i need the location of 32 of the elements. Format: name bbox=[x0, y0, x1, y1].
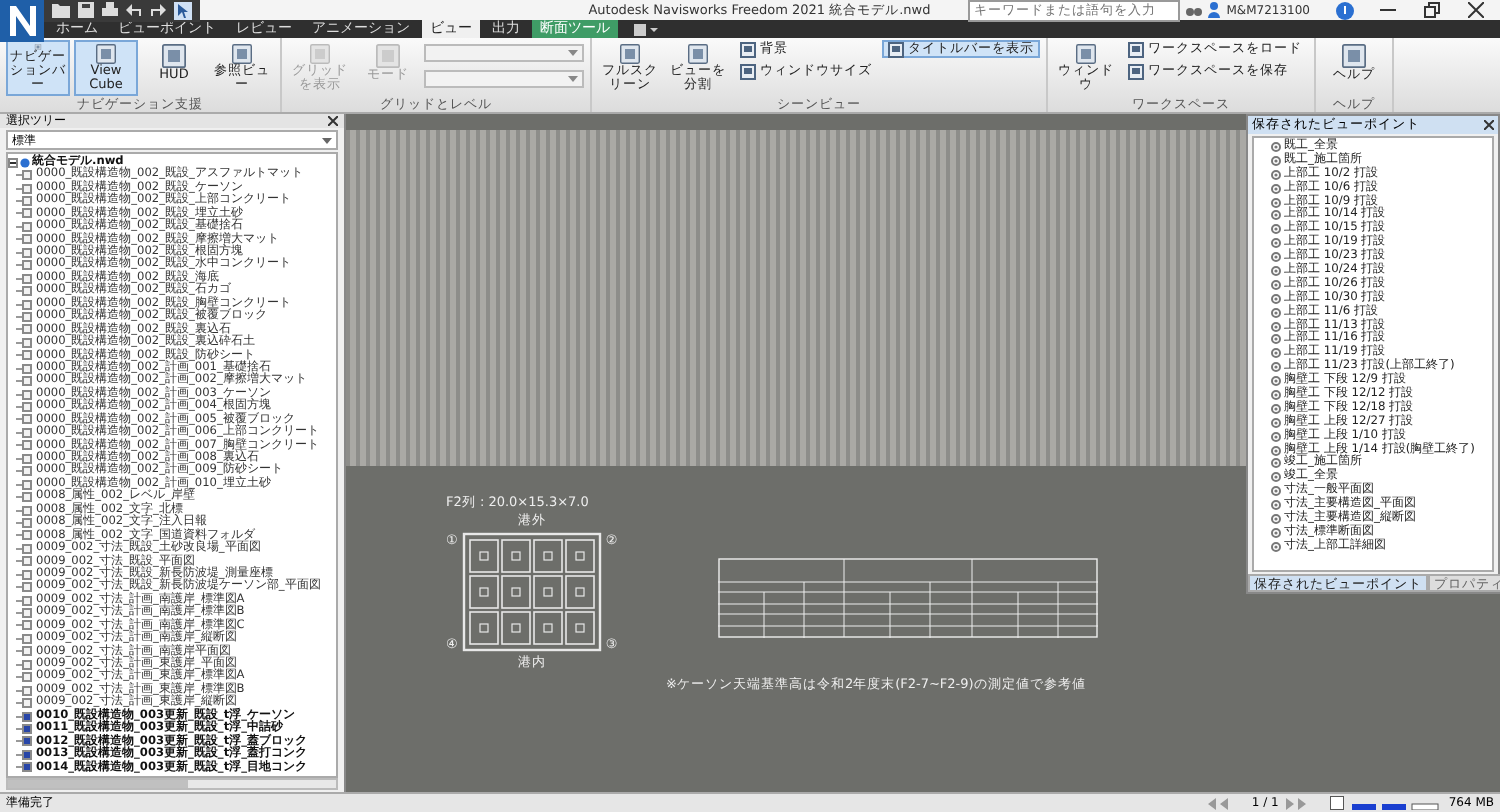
app-logo-icon[interactable] bbox=[0, 0, 44, 42]
help-icon[interactable] bbox=[1336, 1, 1354, 19]
frame-icon bbox=[618, 44, 642, 64]
file-icon bbox=[20, 157, 30, 168]
frame-icon bbox=[376, 44, 400, 68]
frame-icon bbox=[94, 44, 118, 64]
caisson-plan-drawing bbox=[461, 532, 602, 652]
caret-icon bbox=[568, 50, 578, 56]
frame-icon bbox=[888, 41, 904, 57]
save-icon[interactable] bbox=[78, 2, 94, 18]
print-icon[interactable] bbox=[102, 2, 118, 18]
caret-icon bbox=[322, 137, 332, 143]
frame-icon bbox=[162, 44, 186, 68]
frame-icon bbox=[230, 44, 254, 64]
frame-icon bbox=[1074, 44, 1098, 64]
close-icon[interactable] bbox=[1484, 120, 1494, 130]
close-icon[interactable] bbox=[1468, 2, 1484, 18]
redo-icon[interactable] bbox=[150, 2, 166, 18]
expander-icon[interactable] bbox=[8, 157, 18, 168]
frame-icon bbox=[1342, 44, 1366, 68]
cursor-icon[interactable] bbox=[174, 1, 192, 19]
binoculars-icon[interactable] bbox=[1186, 3, 1203, 17]
restore-icon[interactable] bbox=[1424, 2, 1440, 18]
frame-icon bbox=[308, 44, 332, 64]
caret-icon bbox=[568, 76, 578, 82]
close-icon[interactable] bbox=[328, 116, 338, 126]
horizontal-scrollbar[interactable] bbox=[6, 778, 338, 790]
sheet-icon[interactable] bbox=[1330, 796, 1345, 810]
undo-icon[interactable] bbox=[126, 2, 142, 18]
frame-icon bbox=[686, 44, 710, 64]
user-icon[interactable] bbox=[1208, 2, 1221, 18]
panel-toggle-icon[interactable] bbox=[634, 23, 658, 35]
